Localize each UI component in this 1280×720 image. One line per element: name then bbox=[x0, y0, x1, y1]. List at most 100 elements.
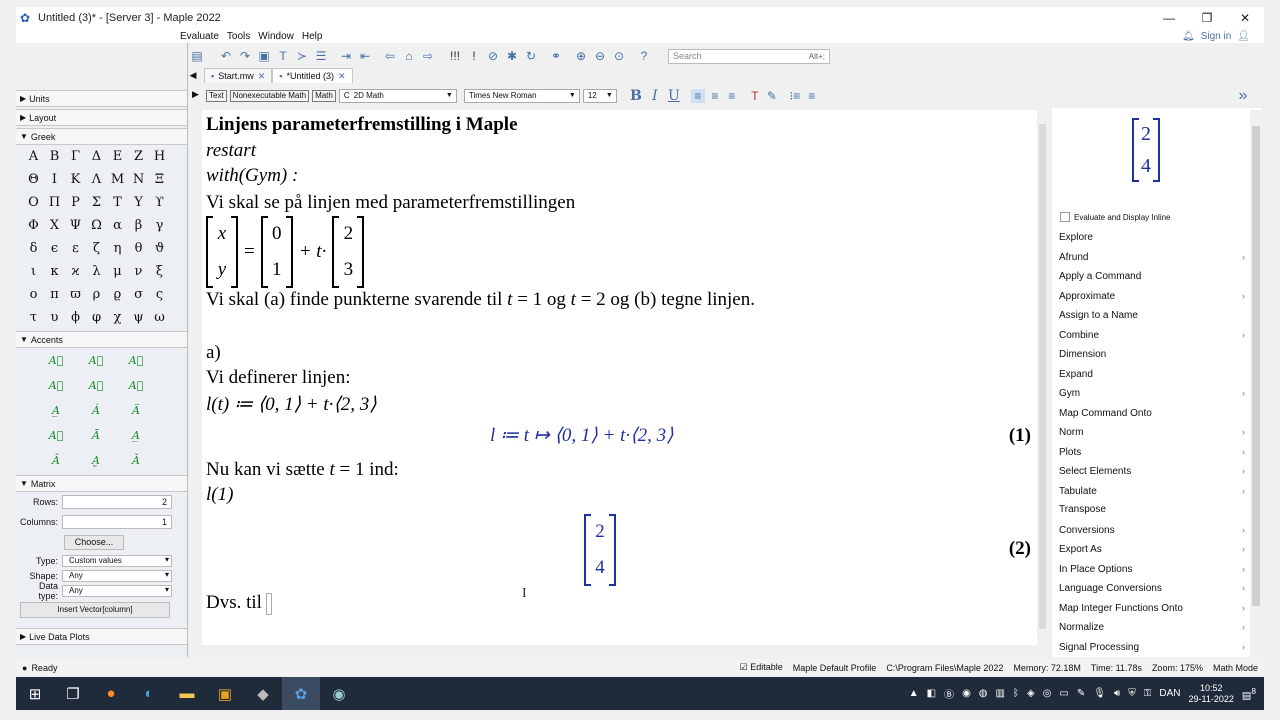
indent-icon[interactable]: ⇥ bbox=[339, 49, 353, 63]
greek-symbol[interactable]: ρ bbox=[86, 283, 107, 306]
context-item[interactable]: Transpose bbox=[1059, 504, 1245, 515]
tab-scroll-left-icon[interactable]: ◀ bbox=[188, 70, 198, 81]
language-indicator[interactable]: DAN bbox=[1159, 688, 1180, 699]
zoom-in-icon[interactable]: ⊕ bbox=[574, 49, 588, 63]
tray-icon[interactable]: ⚿ bbox=[1144, 688, 1152, 699]
forward-icon[interactable]: ⇨ bbox=[421, 49, 435, 63]
accent-symbol[interactable]: A⃡ bbox=[116, 348, 156, 373]
font-size-select[interactable]: 12 bbox=[582, 89, 617, 103]
greek-symbol[interactable]: Α bbox=[23, 145, 44, 168]
tray-icon[interactable]: ◈ bbox=[1027, 688, 1035, 699]
context-item[interactable]: In Place Options › bbox=[1059, 564, 1245, 575]
greek-symbol[interactable]: λ bbox=[86, 260, 107, 283]
accent-symbol[interactable]: A̰ bbox=[76, 448, 116, 473]
greek-symbol[interactable]: γ bbox=[149, 214, 170, 237]
user-icon[interactable]: 👤︎ bbox=[1237, 31, 1250, 42]
microphone-icon[interactable]: 🎙︎ bbox=[1093, 688, 1106, 699]
datatype-select[interactable]: Any bbox=[62, 584, 172, 597]
greek-symbol[interactable]: ξ bbox=[149, 260, 170, 283]
greek-symbol[interactable]: Ω bbox=[86, 214, 107, 237]
tray-icon[interactable]: ▲ bbox=[909, 688, 919, 699]
greek-symbol[interactable]: Γ bbox=[65, 145, 86, 168]
greek-symbol[interactable]: Ζ bbox=[128, 145, 149, 168]
tray-icon[interactable]: ▭ bbox=[1059, 688, 1068, 699]
define-command[interactable]: l(t) ≔ ⟨0, 1⟩ + t·⟨2, 3⟩ bbox=[206, 393, 377, 416]
insert-vector-button[interactable]: Insert Vector[column] bbox=[20, 602, 170, 618]
context-item[interactable]: Normalize › bbox=[1059, 622, 1245, 633]
firefox-icon[interactable]: ● bbox=[92, 677, 130, 710]
document-vertical-scrollbar[interactable] bbox=[1037, 110, 1048, 645]
editable-checkbox[interactable]: ☑ Editable bbox=[740, 662, 783, 673]
stop-icon[interactable]: ⊘ bbox=[486, 49, 500, 63]
italic-button[interactable]: I bbox=[647, 88, 663, 104]
tray-icon[interactable]: ◉ bbox=[962, 688, 971, 699]
greek-symbol[interactable]: ϱ bbox=[107, 283, 128, 306]
greek-symbol[interactable]: Θ bbox=[23, 168, 44, 191]
greek-symbol[interactable]: ϖ bbox=[65, 283, 86, 306]
nonexecutable-math-button[interactable]: Nonexecutable Math bbox=[229, 90, 310, 102]
greek-symbol[interactable]: κ bbox=[44, 260, 65, 283]
partial-text-line[interactable]: Dvs. til bbox=[206, 592, 272, 615]
greek-symbol[interactable]: Κ bbox=[65, 168, 86, 191]
greek-symbol[interactable]: α bbox=[107, 214, 128, 237]
bluetooth-icon[interactable]: ᛒ bbox=[1013, 688, 1019, 699]
link-icon[interactable]: ⚭ bbox=[549, 49, 563, 63]
greek-symbol[interactable]: Β bbox=[44, 145, 65, 168]
align-left-icon[interactable]: ≡ bbox=[690, 89, 705, 103]
accent-symbol[interactable]: Ä bbox=[116, 398, 156, 423]
help-icon[interactable]: ? bbox=[637, 49, 651, 63]
accent-symbol[interactable]: A⃖ bbox=[36, 348, 76, 373]
rows-field[interactable]: 2 bbox=[62, 495, 172, 509]
greek-symbol[interactable]: Π bbox=[44, 191, 65, 214]
context-item[interactable]: Assign to a Name bbox=[1059, 310, 1245, 321]
context-item[interactable]: Signal Processing › bbox=[1059, 642, 1245, 653]
context-item[interactable]: Plots › bbox=[1059, 447, 1245, 458]
context-item[interactable]: Dimension bbox=[1059, 349, 1245, 360]
accent-symbol[interactable]: A⃑ bbox=[76, 373, 116, 398]
greek-symbol[interactable]: Ξ bbox=[149, 168, 170, 191]
with-command[interactable]: with(Gym) : bbox=[206, 165, 298, 187]
greek-symbol[interactable]: ν bbox=[128, 260, 149, 283]
edge-icon[interactable]: ◐ bbox=[130, 677, 168, 710]
greek-symbol[interactable]: Φ bbox=[23, 214, 44, 237]
align-center-icon[interactable]: ≡ bbox=[708, 89, 722, 103]
greek-symbol[interactable]: ϰ bbox=[65, 260, 86, 283]
greek-symbol[interactable]: Ψ bbox=[65, 214, 86, 237]
scroll-thumb[interactable] bbox=[1039, 124, 1046, 629]
math-mode-button[interactable]: Math bbox=[312, 90, 336, 102]
columns-field[interactable]: 1 bbox=[62, 515, 172, 529]
windows-start-icon[interactable]: ⊞ bbox=[16, 677, 54, 710]
greek-symbol[interactable]: χ bbox=[107, 306, 128, 329]
greek-symbol[interactable]: ϒ bbox=[149, 191, 170, 214]
context-item[interactable]: Gym › bbox=[1059, 388, 1245, 399]
file-explorer-icon[interactable]: ▬ bbox=[168, 677, 206, 710]
insert-image-icon[interactable]: ▣ bbox=[257, 49, 271, 63]
greek-symbol[interactable]: Ν bbox=[128, 168, 149, 191]
evaluate-inline-checkbox[interactable]: Evaluate and Display Inline bbox=[1060, 212, 1171, 222]
greek-symbol[interactable]: ι bbox=[23, 260, 44, 283]
context-item[interactable]: Norm › bbox=[1059, 427, 1245, 438]
context-panel-scrollbar[interactable] bbox=[1250, 110, 1262, 657]
context-item[interactable]: Approximate › bbox=[1059, 291, 1245, 302]
greek-symbol[interactable]: ζ bbox=[86, 237, 107, 260]
notifications-icon[interactable]: ▤8 bbox=[1242, 686, 1256, 701]
choose-button[interactable]: Choose... bbox=[64, 535, 124, 550]
menu-evaluate[interactable]: Evaluate bbox=[180, 31, 219, 42]
greek-symbol[interactable]: ϕ bbox=[65, 306, 86, 329]
greek-symbol[interactable]: Υ bbox=[128, 191, 149, 214]
greek-symbol[interactable]: τ bbox=[23, 306, 44, 329]
scroll-thumb[interactable] bbox=[1252, 126, 1260, 606]
tray-icon[interactable]: Ⓑ bbox=[944, 686, 954, 701]
list-icon[interactable]: ☰ bbox=[314, 49, 328, 63]
outdent-icon[interactable]: ⇤ bbox=[358, 49, 372, 63]
sign-in-link[interactable]: Sign in bbox=[1201, 31, 1232, 42]
greek-symbol[interactable]: Ε bbox=[107, 145, 128, 168]
palette-live-data[interactable]: ▶ Live Data Plots bbox=[16, 628, 187, 645]
numbered-list-icon[interactable]: ≡ bbox=[805, 89, 819, 103]
undo-icon[interactable]: ↶ bbox=[219, 49, 233, 63]
accent-symbol[interactable]: A̲ bbox=[36, 398, 76, 423]
greek-symbol[interactable]: ϵ bbox=[44, 237, 65, 260]
bold-button[interactable]: B bbox=[628, 88, 644, 104]
restart-icon[interactable]: ↻ bbox=[524, 49, 538, 63]
volume-icon[interactable]: 🔊︎ bbox=[1114, 688, 1120, 699]
